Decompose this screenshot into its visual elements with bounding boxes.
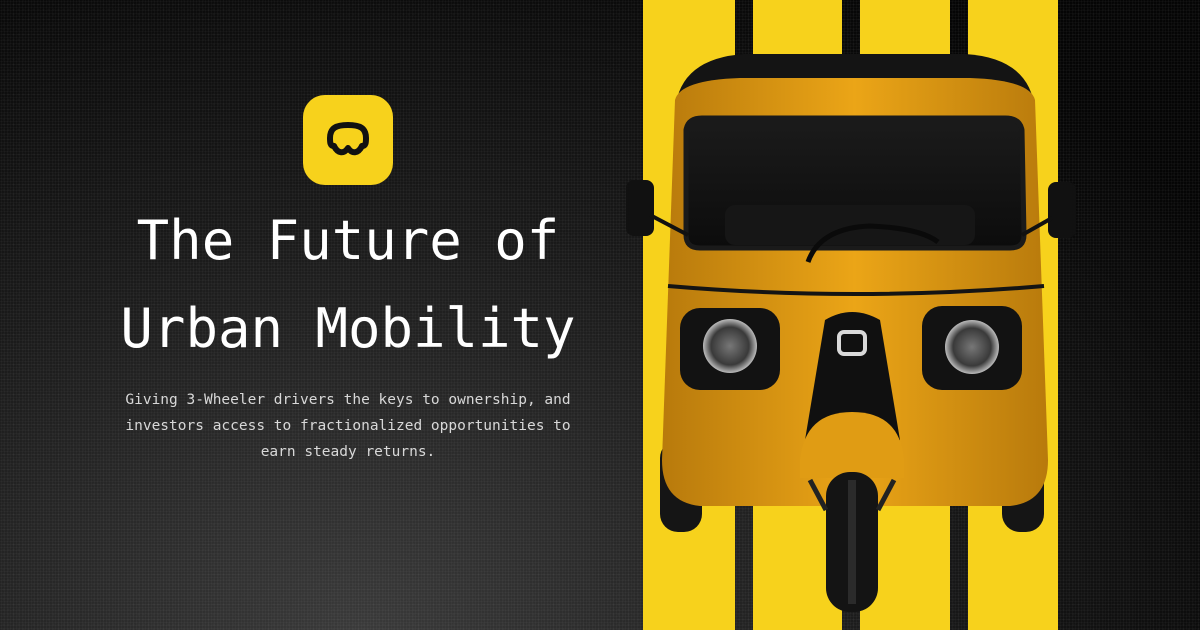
rickshaw-image: [620, 40, 1090, 624]
hero-section: The Future of Urban Mobility Giving 3-Wh…: [100, 95, 596, 465]
headline-line-1: The Future of: [136, 209, 560, 272]
headline-line-2: Urban Mobility: [120, 297, 576, 360]
page-title: The Future of Urban Mobility: [100, 197, 596, 373]
hero-subtitle: Giving 3-Wheeler drivers the keys to own…: [125, 392, 571, 460]
brand-logo-icon: [303, 95, 393, 185]
